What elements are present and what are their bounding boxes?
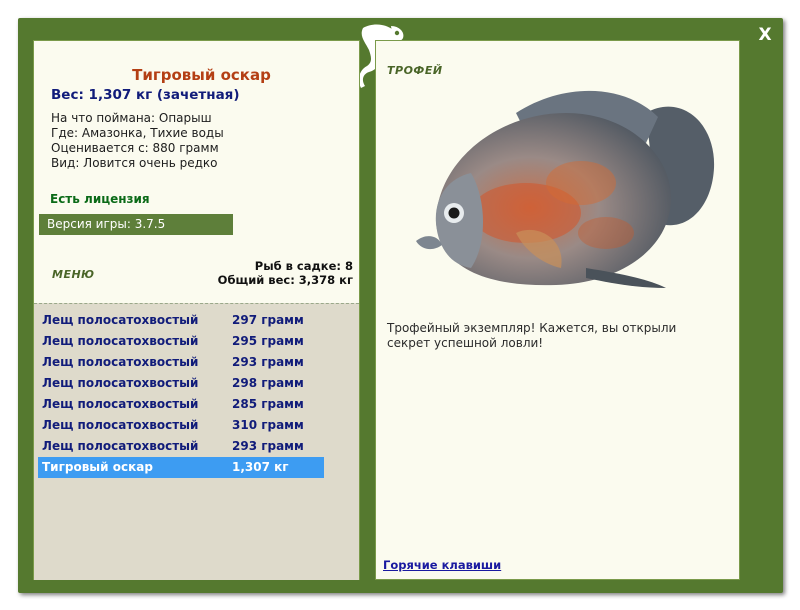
catch-name: Лещ полосатохвостый bbox=[42, 355, 199, 369]
catch-name: Тигровый оскар bbox=[42, 460, 153, 474]
catch-name: Лещ полосатохвостый bbox=[42, 439, 199, 453]
catch-weight: 1,307 кг bbox=[232, 460, 289, 474]
list-item[interactable]: Лещ полосатохвостый 298 грамм bbox=[38, 373, 324, 394]
catch-weight: 295 грамм bbox=[232, 334, 304, 348]
catch-name: Лещ полосатохвостый bbox=[42, 334, 199, 348]
catch-name: Лещ полосатохвостый bbox=[42, 418, 199, 432]
tiger-oscar-fish-image bbox=[416, 90, 715, 288]
bait-info: На что поймана: Опарыш bbox=[51, 111, 212, 125]
catch-weight: 285 грамм bbox=[232, 397, 304, 411]
trophy-description: Трофейный экземпляр! Кажется, вы открыли… bbox=[387, 321, 677, 350]
list-item[interactable]: Лещ полосатохвостый 295 грамм bbox=[38, 331, 324, 352]
list-item[interactable]: Лещ полосатохвостый 293 грамм bbox=[38, 436, 324, 457]
catch-name: Лещ полосатохвостый bbox=[42, 313, 199, 327]
close-button[interactable]: X bbox=[757, 26, 773, 44]
rarity-info: Вид: Ловится очень редко bbox=[51, 156, 218, 170]
fish-count: Рыб в садке: 8 bbox=[254, 259, 353, 273]
catch-info-panel: Тигровый оскар Вес: 1,307 кг (зачетная) … bbox=[33, 40, 360, 580]
license-status: Есть лицензия bbox=[50, 192, 150, 206]
list-item[interactable]: Лещ полосатохвостый 293 грамм bbox=[38, 352, 324, 373]
cage-stats: Рыб в садке: 8 Общий вес: 3,378 кг bbox=[218, 259, 353, 287]
location-info: Где: Амазонка, Тихие воды bbox=[51, 126, 224, 140]
catch-weight: 310 грамм bbox=[232, 418, 304, 432]
trophy-panel: ТРОФЕЙ Трофейный экземпляр! Кажется, вы … bbox=[375, 40, 740, 580]
fish-title: Тигровый оскар bbox=[132, 66, 271, 84]
version-bar: Версия игры: 3.7.5 bbox=[39, 214, 233, 235]
list-item-selected[interactable]: Тигровый оскар 1,307 кг bbox=[38, 457, 324, 478]
catch-name: Лещ полосатохвостый bbox=[42, 376, 199, 390]
list-item[interactable]: Лещ полосатохвостый 297 грамм bbox=[38, 310, 324, 331]
hotkeys-link[interactable]: Горячие клавиши bbox=[383, 558, 501, 572]
catch-list: Лещ полосатохвостый 297 грамм Лещ полоса… bbox=[34, 303, 359, 580]
total-weight: Общий вес: 3,378 кг bbox=[217, 273, 353, 287]
catch-weight: 293 грамм bbox=[232, 439, 304, 453]
catch-weight: 298 грамм bbox=[232, 376, 304, 390]
menu-button[interactable]: МЕНЮ bbox=[52, 268, 95, 281]
catch-name: Лещ полосатохвостый bbox=[42, 397, 199, 411]
catch-weight: 293 грамм bbox=[232, 355, 304, 369]
list-item[interactable]: Лещ полосатохвостый 285 грамм bbox=[38, 394, 324, 415]
catch-weight: 297 грамм bbox=[232, 313, 304, 327]
rating-info: Оценивается с: 880 грамм bbox=[51, 141, 219, 155]
fish-weight: Вес: 1,307 кг (зачетная) bbox=[51, 87, 240, 103]
list-item[interactable]: Лещ полосатохвостый 310 грамм bbox=[38, 415, 324, 436]
